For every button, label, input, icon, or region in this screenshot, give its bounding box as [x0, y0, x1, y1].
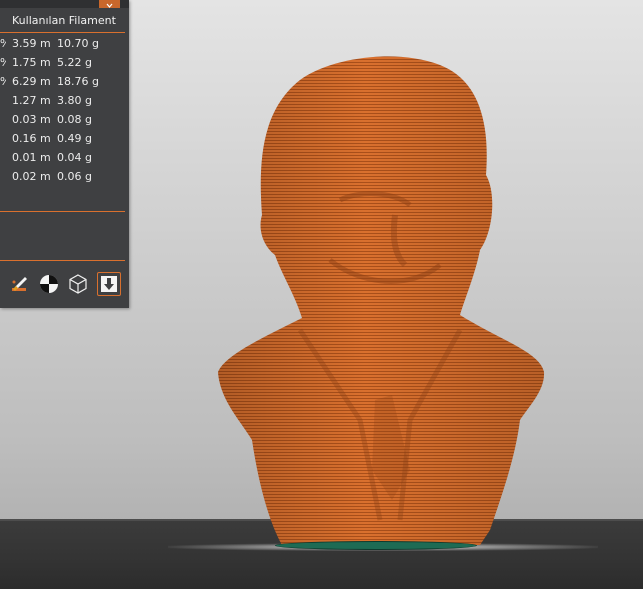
- row-weight: 3.80 g: [57, 94, 92, 107]
- dropdown-button[interactable]: [99, 0, 120, 8]
- panel-header: Kullanılan Filament: [12, 14, 116, 27]
- row-weight: 0.06 g: [57, 170, 92, 183]
- row-length: 1.75 m: [12, 56, 51, 69]
- x-ray-view-button[interactable]: [37, 272, 61, 296]
- paint-brush-icon: [12, 277, 27, 291]
- panel-top-bar: [0, 0, 129, 8]
- row-percent: %: [0, 56, 6, 69]
- row-length: 0.02 m: [12, 170, 51, 183]
- row-weight: 0.08 g: [57, 113, 92, 126]
- bust-body: [218, 56, 545, 546]
- row-weight: 0.49 g: [57, 132, 92, 145]
- row-weight: 0.04 g: [57, 151, 92, 164]
- filament-row: % 6.29 m 18.76 g: [0, 75, 129, 93]
- row-length: 6.29 m: [12, 75, 51, 88]
- filament-row: 0.16 m 0.49 g: [0, 132, 129, 150]
- chevron-down-icon: [106, 3, 113, 8]
- filament-row: % 1.75 m 5.22 g: [0, 56, 129, 74]
- header-divider: [0, 32, 125, 33]
- row-weight: 5.22 g: [57, 56, 92, 69]
- row-length: 0.01 m: [12, 151, 51, 164]
- row-weight: 18.76 g: [57, 75, 99, 88]
- row-length: 0.16 m: [12, 132, 51, 145]
- filament-row: % 3.59 m 10.70 g: [0, 37, 129, 55]
- row-percent: %: [0, 75, 6, 88]
- filament-usage-panel: Kullanılan Filament % 3.59 m 10.70 g % 1…: [0, 0, 129, 308]
- view-toolbar: [8, 272, 126, 298]
- wireframe-cube-icon: [69, 274, 87, 294]
- filament-row: 0.02 m 0.06 g: [0, 170, 129, 188]
- brim-outline: [275, 541, 477, 550]
- section-divider: [0, 260, 125, 261]
- filament-row: 0.01 m 0.04 g: [0, 151, 129, 169]
- filament-row: 1.27 m 3.80 g: [0, 94, 129, 112]
- row-length: 1.27 m: [12, 94, 51, 107]
- row-length: 0.03 m: [12, 113, 51, 126]
- wireframe-view-button[interactable]: [66, 272, 90, 296]
- row-weight: 10.70 g: [57, 37, 99, 50]
- section-divider: [0, 211, 125, 212]
- export-button[interactable]: [97, 272, 121, 296]
- half-circle-icon: [40, 275, 58, 293]
- download-arrow-icon: [101, 276, 117, 292]
- filament-row: 0.03 m 0.08 g: [0, 113, 129, 131]
- paint-brush-button[interactable]: [8, 272, 32, 296]
- row-percent: %: [0, 37, 6, 50]
- row-length: 3.59 m: [12, 37, 51, 50]
